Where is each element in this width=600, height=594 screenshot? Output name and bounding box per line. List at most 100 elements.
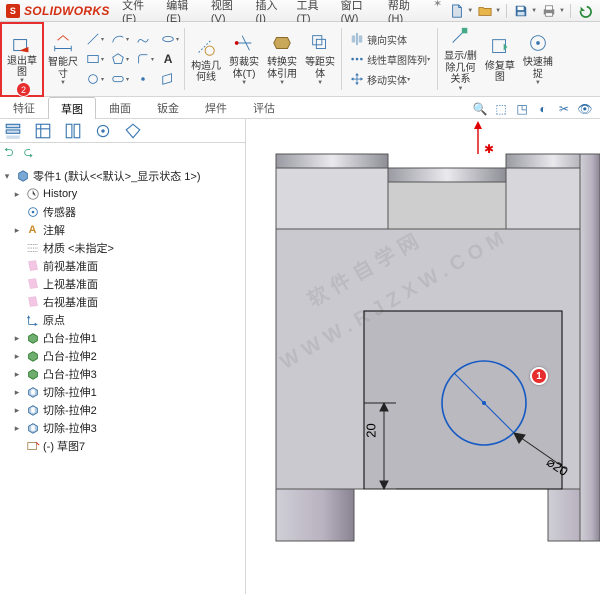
tree-right-plane[interactable]: 右视基准面 (2, 293, 243, 311)
feature-tree: ▾ 零件1 (默认<<默认>_显示状态 1>) ▸History 传感器 ▸A注… (0, 163, 245, 594)
snap-label: 快速捕 捉 (523, 57, 553, 80)
tree-material[interactable]: 材质 <未指定> (2, 239, 243, 257)
rectangle-tool[interactable]: ▾ (82, 49, 107, 69)
exit-sketch-icon (11, 35, 33, 57)
tab-evaluate[interactable]: 评估 (240, 96, 288, 118)
fillet-tool[interactable]: ▾ (132, 49, 157, 69)
graphics-canvas[interactable]: ✱ (246, 119, 600, 594)
ellipse-icon (160, 31, 176, 47)
material-icon (25, 241, 40, 256)
tree-sensors[interactable]: 传感器 (2, 203, 243, 221)
arc-tool[interactable]: ▾ (107, 29, 132, 49)
cut-extrude-icon (25, 403, 40, 418)
repair-label: 修复草 图 (485, 61, 515, 84)
tab-sheetmetal[interactable]: 钣金 (144, 96, 192, 118)
tree-root-label: 零件1 (默认<<默认>_显示状态 1>) (33, 168, 201, 184)
tree-front-plane[interactable]: 前视基准面 (2, 257, 243, 275)
spline-tool[interactable] (132, 29, 157, 49)
section-view-icon[interactable]: ✂ (555, 100, 573, 118)
ribbon: 退出草 图 ▼ 2 智能尺 寸 ▼ ▾ ▾ ▾ ▾ ▾ ▾ ▾ ▾ A 构造几 … (0, 22, 600, 97)
panel-back-icon[interactable]: ⮌ (4, 143, 14, 164)
mirror-button[interactable]: 镜向实体 (346, 29, 433, 49)
dimension-20[interactable]: 20 (364, 423, 379, 437)
sketch-tools-col3: ▾ (132, 22, 157, 96)
trim-label: 剪裁实 体(T) (229, 57, 259, 80)
tree-top-plane[interactable]: 上视基准面 (2, 275, 243, 293)
construction-label: 构造几 何线 (191, 61, 221, 84)
tree-ext1[interactable]: ▸凸台-拉伸1 (2, 329, 243, 347)
top-plane-icon (25, 277, 40, 292)
property-tab-icon[interactable] (34, 122, 52, 140)
right-plane-icon (25, 295, 40, 310)
tab-sketch[interactable]: 草图 (48, 97, 96, 119)
slot-tool[interactable]: ▾ (107, 69, 132, 89)
tree-sketch7[interactable]: (-) 草图7 (2, 437, 243, 455)
tab-surface[interactable]: 曲面 (96, 96, 144, 118)
quick-snap-button[interactable]: 快速捕 捉 ▼ (519, 22, 557, 96)
dimxpert-tab-icon[interactable] (94, 122, 112, 140)
save-icon[interactable] (512, 2, 530, 20)
tree-root[interactable]: ▾ 零件1 (默认<<默认>_显示状态 1>) (2, 167, 243, 185)
tree-ext2[interactable]: ▸凸台-拉伸2 (2, 347, 243, 365)
move-button[interactable]: 移动实体▾ (346, 69, 433, 89)
repair-icon (488, 35, 512, 59)
menu-bar: S SOLIDWORKS 文件(F) 编辑(E) 视图(V) 插入(I) 工具(… (0, 0, 600, 22)
tree-origin[interactable]: 原点 (2, 311, 243, 329)
undo-icon[interactable] (576, 2, 594, 20)
construction-icon (194, 35, 218, 59)
circle-icon (85, 71, 101, 87)
hide-show-icon[interactable]: 👁 (576, 100, 594, 118)
panel-forward-icon[interactable]: ⮎ (24, 143, 34, 164)
tab-weldment[interactable]: 焊件 (192, 96, 240, 118)
display-tab-icon[interactable] (124, 122, 142, 140)
transform-group: 镜向实体 线性草图阵列▾ 移动实体▾ (344, 22, 435, 96)
offset-button[interactable]: 等距实 体 ▼ (301, 22, 339, 96)
zoom-fit-icon[interactable]: 🔍 (471, 100, 489, 118)
panel-toolrow: ⮌ ⮎ (0, 143, 245, 163)
mirror-icon (349, 31, 365, 47)
config-tab-icon[interactable] (64, 122, 82, 140)
view-orientation-icon[interactable]: ◳ (513, 100, 531, 118)
tree-cut1[interactable]: ▸切除-拉伸1 (2, 383, 243, 401)
new-doc-icon[interactable] (448, 2, 466, 20)
convert-label: 转换实 体引用 (267, 57, 297, 80)
exit-sketch-button[interactable]: 退出草 图 ▼ 2 (0, 22, 44, 97)
plane-tool[interactable] (157, 69, 182, 89)
tree-annotations[interactable]: ▸A注解 (2, 221, 243, 239)
show-hide-relations-button[interactable]: 显示/删 除几何 关系 ▼ (440, 22, 481, 96)
text-tool[interactable]: A (157, 49, 182, 69)
panel-tab-icons (0, 119, 245, 143)
tab-features[interactable]: 特征 (0, 96, 48, 118)
repair-sketch-button[interactable]: 修复草 图 (481, 22, 519, 96)
spline-icon (135, 31, 151, 47)
svg-text:✱: ✱ (484, 142, 494, 156)
tree-ext3[interactable]: ▸凸台-拉伸3 (2, 365, 243, 383)
open-icon[interactable] (476, 2, 494, 20)
convert-button[interactable]: 转换实 体引用 ▼ (263, 22, 301, 96)
annotations-icon: A (25, 223, 40, 238)
smart-dimension-button[interactable]: 智能尺 寸 ▼ (44, 22, 82, 96)
point-tool[interactable] (132, 69, 157, 89)
tree-history[interactable]: ▸History (2, 185, 243, 203)
zoom-area-icon[interactable]: ⬚ (492, 100, 510, 118)
circle-tool[interactable]: ▾ (82, 69, 107, 89)
tree-cut2[interactable]: ▸切除-拉伸2 (2, 401, 243, 419)
construction-geom-button[interactable]: 构造几 何线 (187, 22, 225, 96)
collapse-icon[interactable]: ▾ (2, 171, 12, 182)
app-logo: S SOLIDWORKS (0, 0, 116, 22)
relations-icon (448, 25, 472, 49)
polygon-tool[interactable]: ▾ (107, 49, 132, 69)
ellipse-tool[interactable]: ▾ (157, 29, 182, 49)
trim-button[interactable]: 剪裁实 体(T) ▼ (225, 22, 263, 96)
tree-cut3[interactable]: ▸切除-拉伸3 (2, 419, 243, 437)
feature-manager-panel: ⮌ ⮎ ▾ 零件1 (默认<<默认>_显示状态 1>) ▸History 传感器… (0, 119, 246, 594)
line-icon (85, 31, 101, 47)
line-tool[interactable]: ▾ (82, 29, 107, 49)
feature-tree-tab-icon[interactable] (4, 122, 22, 140)
pattern-icon (349, 51, 365, 67)
history-icon (25, 187, 40, 202)
display-style-icon[interactable]: ◐ (534, 100, 552, 118)
print-icon[interactable] (540, 2, 558, 20)
linear-pattern-button[interactable]: 线性草图阵列▾ (346, 49, 433, 69)
view-toolbar: 🔍 ⬚ ◳ ◐ ✂ 👁 (471, 100, 600, 118)
